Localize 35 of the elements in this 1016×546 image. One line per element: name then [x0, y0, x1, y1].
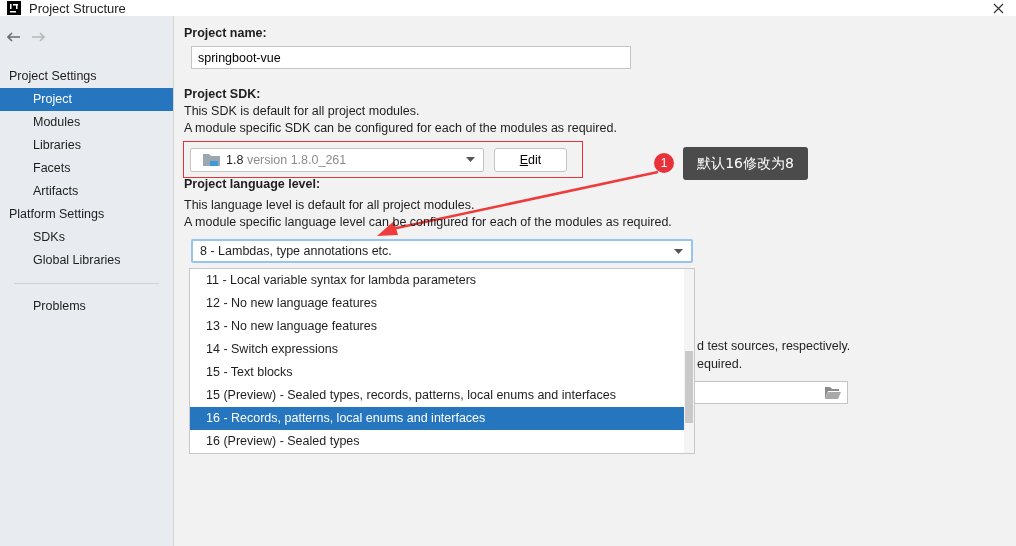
description-text: This SDK is default for all project modules.	[184, 103, 421, 120]
section-heading: Project SDK:	[184, 86, 262, 103]
sidebar-heading: Project Settings	[8, 68, 98, 85]
language-level-dropdown[interactable]: 8 - Lambdas, type annotations etc.	[191, 239, 693, 263]
window-title: Project Structure	[29, 0, 127, 16]
annotation-note: 默认16修改为8	[683, 147, 808, 180]
list-option[interactable]: 16 - Records, patterns, local enums and interfaces	[190, 407, 684, 430]
field-label: Project name:	[184, 25, 268, 42]
close-icon[interactable]	[993, 2, 1004, 14]
folder-icon[interactable]	[825, 386, 841, 399]
folder-icon	[203, 152, 221, 167]
dropdown-caret-icon	[674, 248, 683, 254]
section-heading: Project language level:	[184, 176, 322, 193]
text-fragment: d test sources, respectively.	[697, 339, 851, 353]
text-fragment: equired.	[697, 356, 743, 371]
sdk-value: 1.8 version 1.8.0_261	[226, 152, 348, 167]
description-text: This language level is default for all project modules.	[184, 197, 476, 214]
sidebar-item[interactable]: Global Libraries	[0, 249, 173, 272]
description-text: A module specific SDK can be configured for each of the modules as required.	[184, 120, 618, 137]
step-badge: 1	[654, 153, 674, 173]
sidebar-item[interactable]: Project	[0, 88, 173, 111]
sidebar-item[interactable]: Problems	[0, 295, 173, 318]
sidebar-item[interactable]: Libraries	[0, 134, 173, 157]
back-arrow-icon[interactable]	[7, 32, 21, 42]
sidebar-heading: Platform Settings	[8, 206, 106, 223]
sidebar-item[interactable]: Facets	[0, 157, 173, 180]
sidebar-item[interactable]: Modules	[0, 111, 173, 134]
scrollbar[interactable]	[684, 269, 694, 453]
project-name-field[interactable]: springboot-vue	[191, 46, 631, 69]
output-path-field[interactable]	[695, 381, 848, 404]
sidebar-item[interactable]: SDKs	[0, 226, 173, 249]
dropdown-caret-icon	[466, 157, 475, 162]
sdk-dropdown[interactable]: 1.8 version 1.8.0_261	[190, 147, 484, 172]
sidebar-item[interactable]: Artifacts	[0, 180, 173, 203]
edit-button[interactable]: Edit	[494, 147, 567, 172]
